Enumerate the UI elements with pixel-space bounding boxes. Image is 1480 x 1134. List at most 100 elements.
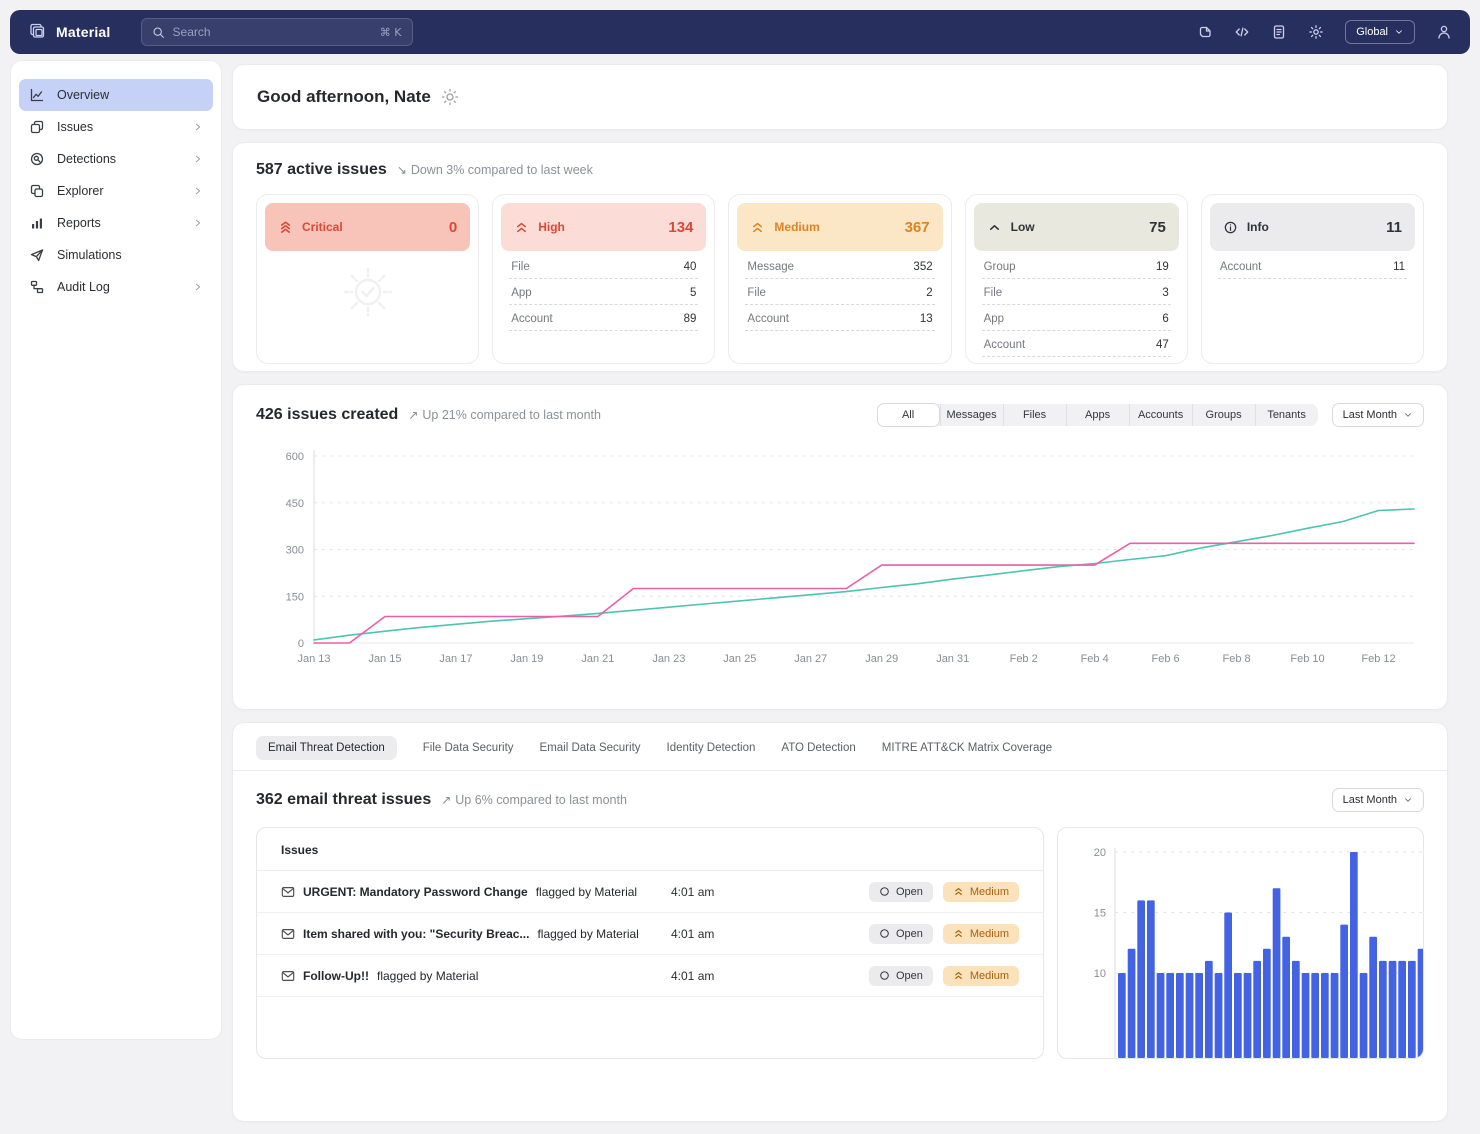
feedback-icon[interactable]	[1197, 24, 1213, 40]
open-circle-icon	[879, 886, 890, 897]
chevron-down-icon	[1403, 410, 1413, 420]
severity-header-critical[interactable]: Critical0	[265, 203, 470, 251]
sidebar-item-reports[interactable]: Reports	[19, 207, 213, 239]
severity-count: 0	[449, 219, 457, 236]
tab-email-data-security[interactable]: Email Data Security	[540, 736, 641, 760]
breakdown-label: App	[511, 287, 531, 299]
search-input[interactable]	[173, 25, 372, 39]
svg-text:Jan 27: Jan 27	[794, 653, 827, 665]
issue-suffix: flagged by Material	[536, 885, 637, 899]
greeting-card: Good afternoon, Nate	[232, 64, 1448, 130]
breakdown-value: 352	[913, 261, 932, 273]
severity-card-critical: Critical0	[256, 194, 479, 364]
chevron-right-icon	[193, 122, 203, 132]
severity-header-medium[interactable]: Medium367	[737, 203, 942, 251]
active-issues-trend: ↘ Down 3% compared to last week	[397, 163, 593, 177]
severity-header-info[interactable]: Info11	[1210, 203, 1415, 251]
severity-label: Medium	[970, 886, 1009, 898]
period-dropdown[interactable]: Last Month	[1332, 788, 1424, 812]
svg-text:Jan 25: Jan 25	[723, 653, 756, 665]
tab-ato-detection[interactable]: ATO Detection	[781, 736, 855, 760]
issue-row[interactable]: URGENT: Mandatory Password Change flagge…	[257, 871, 1043, 913]
account-person-icon[interactable]	[1436, 24, 1452, 40]
double-chevron-up-icon	[750, 220, 765, 235]
sidebar-item-issues[interactable]: Issues	[19, 111, 213, 143]
status-pill-open[interactable]: Open	[869, 882, 933, 902]
filter-tab-messages[interactable]: Messages	[940, 404, 1003, 426]
brand[interactable]: Material	[28, 22, 111, 42]
tab-mitre-att-ck-matrix-coverage[interactable]: MITRE ATT&CK Matrix Coverage	[882, 736, 1052, 760]
severity-label: Medium	[774, 220, 819, 234]
sidebar-item-explorer[interactable]: Explorer	[19, 175, 213, 207]
svg-text:20: 20	[1094, 847, 1106, 859]
svg-text:Jan 19: Jan 19	[510, 653, 543, 665]
severity-pill-medium[interactable]: Medium	[943, 882, 1019, 902]
period-dropdown[interactable]: Last Month	[1332, 403, 1424, 427]
severity-breakdown-row: App5	[509, 279, 698, 305]
tab-email-threat-detection[interactable]: Email Threat Detection	[256, 736, 397, 760]
search-bar[interactable]: ⌘ K	[141, 18, 413, 46]
trend-up-icon: ↗	[408, 408, 418, 422]
status-label: Open	[896, 970, 923, 982]
severity-header-high[interactable]: High134	[501, 203, 706, 251]
severity-card-info: Info11Account11	[1201, 194, 1424, 364]
filter-tab-apps[interactable]: Apps	[1066, 404, 1129, 426]
sidebar-item-label: Issues	[57, 120, 93, 134]
filter-tab-files[interactable]: Files	[1003, 404, 1066, 426]
breakdown-label: Message	[747, 261, 794, 273]
severity-pill-medium[interactable]: Medium	[943, 924, 1019, 944]
svg-text:300: 300	[286, 545, 304, 557]
svg-text:Feb 6: Feb 6	[1152, 653, 1180, 665]
filter-tab-all[interactable]: All	[877, 403, 940, 427]
sidebar-item-detections[interactable]: Detections	[19, 143, 213, 175]
severity-label: Medium	[970, 970, 1009, 982]
svg-text:Jan 23: Jan 23	[652, 653, 685, 665]
status-pill-open[interactable]: Open	[869, 966, 933, 986]
sidebar-item-label: Overview	[57, 88, 109, 102]
chevron-down-icon	[1394, 27, 1404, 37]
svg-text:Jan 21: Jan 21	[581, 653, 614, 665]
filter-tab-groups[interactable]: Groups	[1192, 404, 1255, 426]
period-label: Last Month	[1343, 794, 1397, 806]
status-label: Open	[896, 928, 923, 940]
tab-identity-detection[interactable]: Identity Detection	[667, 736, 756, 760]
chevron-down-icon	[1403, 795, 1413, 805]
greeting-text: Good afternoon, Nate	[257, 87, 431, 107]
svg-text:Feb 12: Feb 12	[1361, 653, 1395, 665]
filter-tab-accounts[interactable]: Accounts	[1129, 404, 1192, 426]
breakdown-value: 89	[684, 313, 697, 325]
status-label: Open	[896, 886, 923, 898]
docs-icon[interactable]	[1271, 24, 1287, 40]
issue-subject: Follow-Up!! flagged by Material	[281, 969, 671, 983]
svg-text:Feb 4: Feb 4	[1081, 653, 1109, 665]
svg-text:Jan 29: Jan 29	[865, 653, 898, 665]
org-icon	[29, 279, 45, 295]
severity-count: 11	[1386, 219, 1402, 236]
breakdown-label: App	[984, 313, 1004, 325]
svg-text:Feb 10: Feb 10	[1290, 653, 1324, 665]
severity-breakdown-row: File40	[509, 253, 698, 279]
sidebar-item-audit-log[interactable]: Audit Log	[19, 271, 213, 303]
breakdown-label: File	[747, 287, 766, 299]
global-scope-dropdown[interactable]: Global	[1345, 20, 1415, 44]
filter-tab-tenants[interactable]: Tenants	[1255, 404, 1318, 426]
breakdown-label: Account	[747, 313, 789, 325]
issue-row[interactable]: Follow-Up!! flagged by Material4:01 amOp…	[257, 955, 1043, 997]
severity-breakdown-row: Account47	[982, 331, 1171, 357]
issues-created-trend: ↗ Up 21% compared to last month	[408, 408, 601, 422]
breakdown-value: 13	[920, 313, 933, 325]
sidebar-item-overview[interactable]: Overview	[19, 79, 213, 111]
severity-pill-medium[interactable]: Medium	[943, 966, 1019, 986]
tab-file-data-security[interactable]: File Data Security	[423, 736, 514, 760]
trend-down-icon: ↘	[397, 163, 407, 177]
status-pill-open[interactable]: Open	[869, 924, 933, 944]
severity-breakdown-row: File2	[745, 279, 934, 305]
code-icon[interactable]	[1234, 24, 1250, 40]
triple-chevron-up-icon	[278, 220, 293, 235]
breakdown-label: File	[984, 287, 1003, 299]
settings-gear-icon[interactable]	[1308, 24, 1324, 40]
sidebar-item-simulations[interactable]: Simulations	[19, 239, 213, 271]
severity-header-low[interactable]: Low75	[974, 203, 1179, 251]
issue-row[interactable]: Item shared with you: "Security Breac...…	[257, 913, 1043, 955]
bars-icon	[29, 215, 45, 231]
